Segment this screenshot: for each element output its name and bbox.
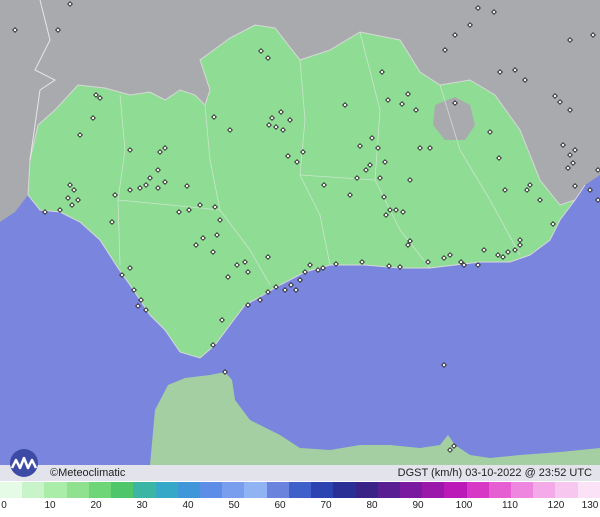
meteoclimatic-logo [10, 449, 38, 477]
legend-tick: 80 [366, 500, 378, 511]
legend-swatch [288, 482, 312, 498]
legend-tick: 70 [320, 500, 332, 511]
legend-color-bar [0, 482, 600, 498]
legend-tick: 40 [182, 500, 194, 511]
legend-swatch [377, 482, 400, 498]
wind-gust-map [0, 0, 600, 517]
legend-swatch [155, 482, 178, 498]
legend-tick: 10 [44, 500, 56, 511]
legend-swatch [466, 482, 489, 498]
legend-swatch [22, 482, 45, 498]
legend-swatch [555, 482, 578, 498]
map-footer: ©Meteoclimatic DGST (km/h) 03-10-2022 @ … [0, 465, 600, 481]
legend-swatch [0, 482, 23, 498]
legend-swatch [333, 482, 356, 498]
legend-tick: 20 [90, 500, 102, 511]
legend-swatch [577, 482, 600, 498]
legend-swatch [399, 482, 423, 498]
legend-swatch [422, 482, 445, 498]
legend-tick: 130 [581, 500, 599, 511]
legend-swatch [311, 482, 334, 498]
legend-swatch [66, 482, 89, 498]
legend-swatch [199, 482, 223, 498]
legend-swatch [488, 482, 512, 498]
legend-swatch [355, 482, 378, 498]
legend-swatch [444, 482, 467, 498]
legend-tick: 100 [455, 500, 473, 511]
legend-swatch [133, 482, 156, 498]
color-scale-legend: 0 10 20 30 40 50 60 70 80 90 100 110 120 130 [0, 481, 600, 517]
legend-tick: 30 [136, 500, 148, 511]
legend-tick: 60 [274, 500, 286, 511]
legend-tick: 110 [502, 500, 518, 511]
legend-swatch [177, 482, 200, 498]
legend-swatch [44, 482, 67, 498]
legend-swatch [222, 482, 245, 498]
legend-tick: 120 [547, 500, 565, 511]
legend-swatch [511, 482, 534, 498]
legend-swatch [533, 482, 556, 498]
variable-date-info: DGST (km/h) 03-10-2022 @ 23:52 UTC [397, 467, 592, 479]
legend-tick: 50 [228, 500, 240, 511]
legend-swatch [244, 482, 267, 498]
legend-swatch [111, 482, 134, 498]
legend-swatch [88, 482, 112, 498]
legend-tick: 0 [1, 500, 7, 511]
credit-text: ©Meteoclimatic [50, 467, 126, 479]
legend-swatch [266, 482, 289, 498]
legend-tick: 90 [412, 500, 424, 511]
